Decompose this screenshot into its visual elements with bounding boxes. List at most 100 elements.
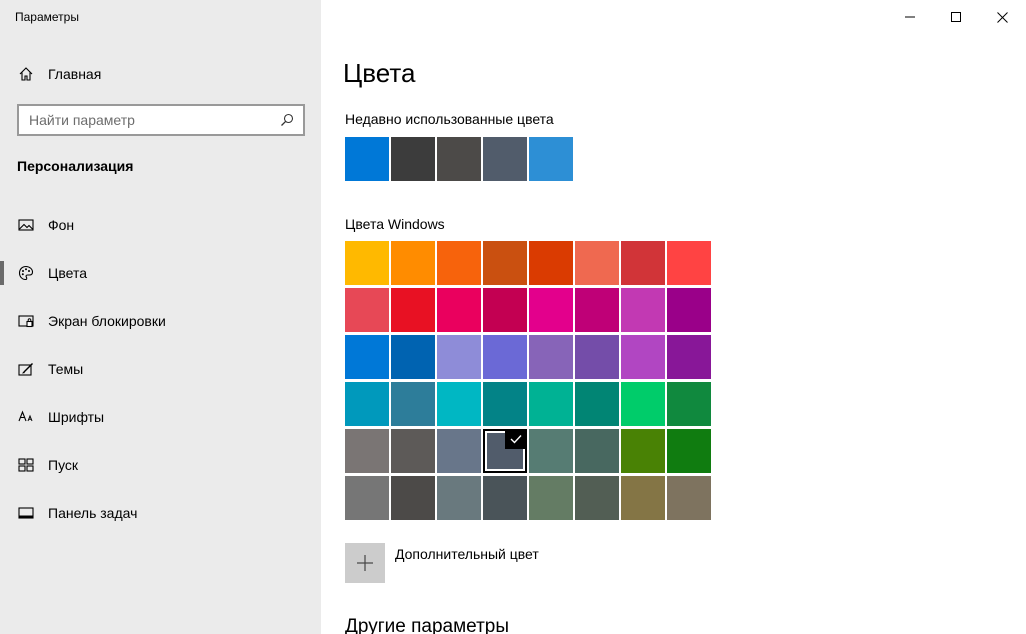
- selection-indicator: [0, 501, 4, 525]
- recent-color-swatch[interactable]: [345, 137, 389, 181]
- color-swatch[interactable]: [621, 335, 665, 379]
- recent-color-swatch[interactable]: [391, 137, 435, 181]
- color-swatch[interactable]: [391, 335, 435, 379]
- color-swatch[interactable]: [667, 241, 711, 285]
- color-swatch[interactable]: [483, 288, 527, 332]
- sidebar-item-background[interactable]: Фон: [0, 205, 321, 245]
- recent-colors-title: Недавно использованные цвета: [345, 111, 554, 127]
- lock-screen-icon: [18, 313, 34, 329]
- color-swatch[interactable]: [345, 476, 389, 520]
- color-swatch[interactable]: [575, 429, 619, 473]
- color-swatch[interactable]: [437, 335, 481, 379]
- sidebar: Параметры Главная Найти параметр Персона…: [0, 0, 321, 634]
- recent-color-swatch[interactable]: [437, 137, 481, 181]
- taskbar-icon: [18, 505, 34, 521]
- recent-color-swatch[interactable]: [483, 137, 527, 181]
- color-swatch[interactable]: [345, 288, 389, 332]
- color-swatch[interactable]: [575, 335, 619, 379]
- color-swatch[interactable]: [391, 429, 435, 473]
- windows-colors-grid: [345, 241, 713, 523]
- color-swatch[interactable]: [437, 382, 481, 426]
- color-swatch[interactable]: [667, 288, 711, 332]
- sidebar-item-fonts[interactable]: Шрифты: [0, 397, 321, 437]
- selection-indicator: [0, 405, 4, 429]
- sidebar-item-lock-screen[interactable]: Экран блокировки: [0, 301, 321, 341]
- selection-indicator: [0, 309, 4, 333]
- color-swatch[interactable]: [575, 382, 619, 426]
- search-icon[interactable]: [271, 106, 303, 134]
- sidebar-item-home[interactable]: Главная: [0, 56, 321, 92]
- color-swatch[interactable]: [483, 335, 527, 379]
- color-swatch[interactable]: [529, 476, 573, 520]
- color-swatch[interactable]: [621, 382, 665, 426]
- sidebar-item-taskbar[interactable]: Панель задач: [0, 493, 321, 533]
- color-swatch[interactable]: [575, 241, 619, 285]
- color-swatch[interactable]: [345, 335, 389, 379]
- color-swatch[interactable]: [621, 429, 665, 473]
- maximize-icon: [951, 12, 961, 22]
- sidebar-item-start[interactable]: Пуск: [0, 445, 321, 485]
- checkmark-icon: [505, 429, 527, 449]
- color-row: [345, 241, 713, 288]
- picture-icon: [18, 217, 34, 233]
- color-swatch[interactable]: [391, 241, 435, 285]
- search-input[interactable]: Найти параметр: [19, 112, 271, 128]
- color-swatch[interactable]: [437, 429, 481, 473]
- color-swatch[interactable]: [529, 241, 573, 285]
- color-swatch[interactable]: [621, 288, 665, 332]
- themes-icon: [18, 361, 34, 377]
- color-swatch[interactable]: [575, 476, 619, 520]
- color-swatch[interactable]: [391, 382, 435, 426]
- color-swatch[interactable]: [621, 241, 665, 285]
- maximize-button[interactable]: [933, 0, 979, 34]
- windows-colors-title: Цвета Windows: [345, 216, 445, 232]
- custom-color-label: Дополнительный цвет: [395, 546, 539, 562]
- color-swatch[interactable]: [529, 335, 573, 379]
- color-swatch[interactable]: [667, 382, 711, 426]
- color-swatch[interactable]: [575, 288, 619, 332]
- color-swatch[interactable]: [437, 288, 481, 332]
- sidebar-item-label: Пуск: [48, 457, 79, 473]
- other-settings-title: Другие параметры: [345, 616, 510, 634]
- search-box[interactable]: Найти параметр: [17, 104, 305, 136]
- color-swatch[interactable]: [529, 288, 573, 332]
- sidebar-item-label: Цвета: [48, 265, 87, 281]
- sidebar-item-label: Главная: [48, 66, 102, 82]
- color-swatch[interactable]: [345, 429, 389, 473]
- color-row: [345, 476, 713, 523]
- color-swatch[interactable]: [437, 241, 481, 285]
- color-swatch-selected[interactable]: [483, 429, 527, 473]
- color-swatch[interactable]: [621, 476, 665, 520]
- color-swatch[interactable]: [437, 476, 481, 520]
- recent-colors: [345, 137, 575, 181]
- color-swatch[interactable]: [667, 335, 711, 379]
- add-color-button[interactable]: [345, 543, 385, 583]
- color-swatch[interactable]: [345, 382, 389, 426]
- sidebar-item-themes[interactable]: Темы: [0, 349, 321, 389]
- color-swatch[interactable]: [391, 476, 435, 520]
- color-swatch[interactable]: [483, 382, 527, 426]
- color-swatch[interactable]: [667, 476, 711, 520]
- minimize-button[interactable]: [887, 0, 933, 34]
- color-swatch[interactable]: [667, 429, 711, 473]
- sidebar-item-colors[interactable]: Цвета: [0, 253, 321, 293]
- custom-color-row[interactable]: Дополнительный цвет: [345, 543, 539, 583]
- color-row: [345, 335, 713, 382]
- color-row: [345, 382, 713, 429]
- color-swatch[interactable]: [483, 241, 527, 285]
- color-swatch[interactable]: [483, 476, 527, 520]
- start-icon: [18, 457, 34, 473]
- minimize-icon: [905, 16, 915, 18]
- palette-icon: [18, 265, 34, 281]
- sidebar-item-label: Шрифты: [48, 409, 105, 425]
- color-swatch[interactable]: [345, 241, 389, 285]
- color-swatch[interactable]: [529, 429, 573, 473]
- window-title: Параметры: [15, 10, 79, 24]
- close-button[interactable]: [979, 0, 1025, 34]
- home-icon: [18, 66, 34, 82]
- sidebar-item-label: Панель задач: [48, 505, 138, 521]
- color-swatch[interactable]: [529, 382, 573, 426]
- recent-color-swatch[interactable]: [529, 137, 573, 181]
- selection-indicator: [0, 357, 4, 381]
- color-swatch[interactable]: [391, 288, 435, 332]
